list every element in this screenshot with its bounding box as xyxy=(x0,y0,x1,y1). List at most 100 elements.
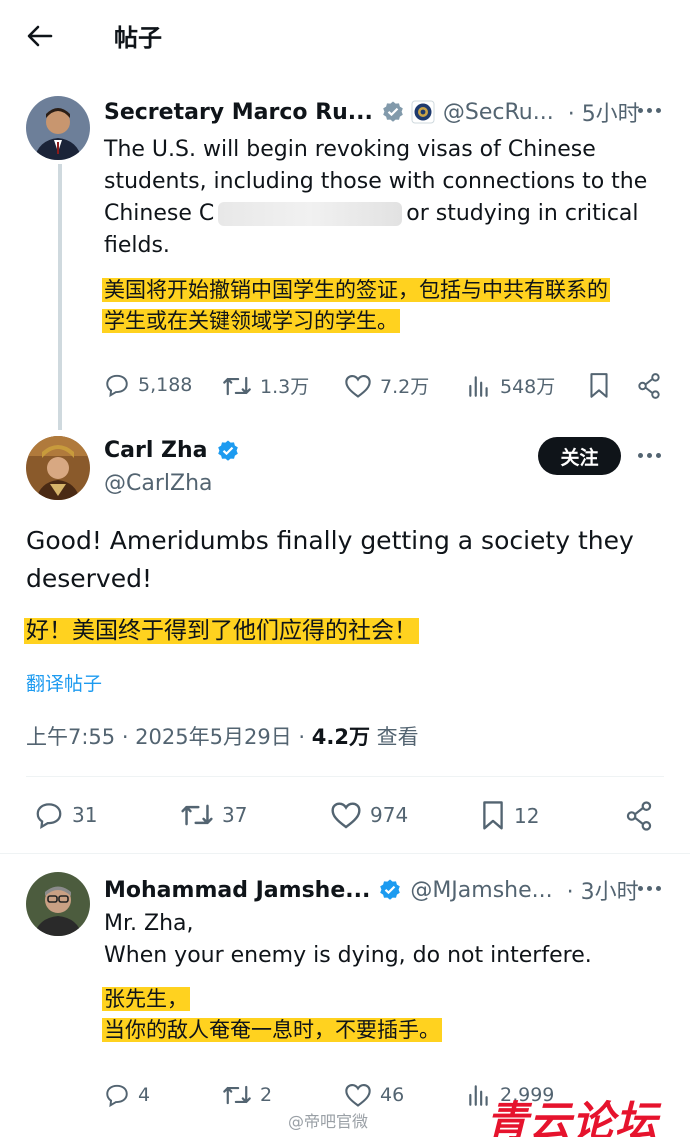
tweet2-text: Good! Ameridumbs finally getting a socie… xyxy=(26,522,634,598)
weibo-watermark: @帝吧官微 xyxy=(288,1112,369,1131)
bookmark-icon xyxy=(590,373,608,398)
reply-icon xyxy=(36,803,62,830)
tweet1-text: The U.S. will begin revoking visas of Ch… xyxy=(104,134,647,262)
share-icon xyxy=(638,373,660,399)
tweet1-line-2: students, including those with connectio… xyxy=(104,169,648,194)
like-button[interactable]: 46 xyxy=(344,1082,404,1108)
views-button[interactable]: 548万 xyxy=(466,372,555,399)
tweet1-translation: 美国将开始撤销中国学生的签证，包括与中共有联系的 学生或在关键领域学习的学生。 xyxy=(102,275,610,337)
translation-line-1: 张先生， xyxy=(102,987,190,1011)
brand-logo-text: 青云论坛 xyxy=(486,1097,659,1137)
avatar-mohammad[interactable] xyxy=(26,872,90,936)
author-handle[interactable]: @MJamshe... xyxy=(410,878,552,903)
reply-button[interactable]: 5,188 xyxy=(104,372,192,398)
author-handle[interactable]: @SecRu... xyxy=(443,100,554,125)
like-count: 46 xyxy=(380,1084,405,1106)
view-count: 4.2万 xyxy=(311,725,370,749)
retweet-icon xyxy=(223,1085,251,1105)
more-options-icon[interactable] xyxy=(638,108,661,113)
share-button[interactable] xyxy=(636,372,662,400)
views-icon xyxy=(469,375,488,397)
heart-icon xyxy=(345,1084,371,1107)
bookmark-button[interactable]: 12 xyxy=(480,800,539,832)
translate-post-link[interactable]: 翻译帖子 xyxy=(26,669,102,696)
tweet3-text: Mr. Zha, When your enemy is dying, do no… xyxy=(104,908,592,972)
more-options-icon[interactable] xyxy=(638,453,661,458)
bookmark-count: 12 xyxy=(514,804,540,828)
reply-count: 4 xyxy=(138,1084,151,1106)
tweet3-translation: 张先生， 当你的敌人奄奄一息时，不要插手。 xyxy=(102,984,442,1046)
author-handle[interactable]: @CarlZha xyxy=(104,471,213,496)
post-timestamp[interactable]: 上午7:55 · 2025年5月29日 · xyxy=(26,725,312,749)
reply-count: 31 xyxy=(72,803,98,827)
like-count: 974 xyxy=(370,803,409,827)
tweet1-line-4: fields. xyxy=(104,233,170,258)
verified-gray-icon xyxy=(381,100,405,124)
retweet-count: 37 xyxy=(222,803,248,827)
post-time[interactable]: · 3小时 xyxy=(567,874,639,906)
avatar-secretary[interactable] xyxy=(26,96,90,160)
translation-line-1: 美国将开始撤销中国学生的签证，包括与中共有联系的 xyxy=(102,278,610,302)
author-name[interactable]: Carl Zha xyxy=(104,438,208,463)
heart-icon xyxy=(331,802,361,829)
author-name[interactable]: Mohammad Jamshe... xyxy=(104,878,370,903)
bookmark-icon xyxy=(483,801,503,830)
reply-icon xyxy=(106,1084,128,1108)
author-handle-row: @CarlZha xyxy=(104,471,213,496)
verified-blue-icon xyxy=(216,439,240,463)
like-button[interactable]: 7.2万 xyxy=(344,372,429,399)
follow-button[interactable]: 关注 xyxy=(538,437,621,475)
retweet-icon xyxy=(223,376,251,395)
verified-blue-icon xyxy=(378,878,402,902)
bookmark-button[interactable] xyxy=(588,372,610,400)
retweet-count: 1.3万 xyxy=(260,376,310,398)
more-options-icon[interactable] xyxy=(638,886,661,891)
top-bar: 帖子 xyxy=(0,0,690,72)
redacted-blur xyxy=(218,202,403,226)
post-meta: 上午7:55 · 2025年5月29日 · 4.2万 查看 xyxy=(26,721,419,751)
avatar-secretary-image xyxy=(26,96,90,160)
post-time[interactable]: · 5小时 xyxy=(568,96,640,128)
tweet3-line-2: When your enemy is dying, do not interfe… xyxy=(104,943,592,968)
tweet1-line-1: The U.S. will begin revoking visas of Ch… xyxy=(104,137,596,162)
avatar-carl-zha[interactable] xyxy=(26,436,90,500)
tweet1-header: Secretary Marco Ru... @SecRu... · 5小时 xyxy=(104,96,640,128)
tweet1-line-3: Chinese C or studying in critical xyxy=(104,198,647,230)
avatar-carl-zha-image xyxy=(26,436,90,500)
reply-count: 5,188 xyxy=(138,374,193,396)
heart-icon xyxy=(345,374,371,398)
section-divider xyxy=(0,853,690,854)
reply-icon xyxy=(106,374,128,398)
share-button[interactable] xyxy=(624,800,654,832)
translation-line-2: 学生或在关键领域学习的学生。 xyxy=(102,309,400,333)
tweet2-header: Carl Zha xyxy=(104,438,240,463)
back-arrow-icon xyxy=(27,25,53,47)
back-button[interactable] xyxy=(22,18,58,54)
avatar-mohammad-image xyxy=(26,872,90,936)
retweet-count: 2 xyxy=(260,1084,273,1106)
tweet2-line-2: deserved! xyxy=(26,564,153,593)
tweet3-line-1: Mr. Zha, xyxy=(104,911,194,936)
government-seal-icon xyxy=(411,100,435,124)
retweet-button[interactable]: 37 xyxy=(180,800,247,830)
author-name[interactable]: Secretary Marco Ru... xyxy=(104,100,373,125)
reply-button[interactable]: 31 xyxy=(34,800,97,830)
translation-line-2: 当你的敌人奄奄一息时，不要插手。 xyxy=(102,1018,442,1042)
tweet1-line-3b: or studying in critical xyxy=(406,201,639,226)
tweet3-header: Mohammad Jamshe... @MJamshe... · 3小时 xyxy=(104,874,639,906)
like-count: 7.2万 xyxy=(380,376,430,398)
thread-line xyxy=(58,164,62,430)
retweet-icon xyxy=(181,804,213,826)
views-count: 548万 xyxy=(500,376,556,398)
page-title: 帖子 xyxy=(114,24,162,52)
translation-line: 好！美国终于得到了他们应得的社会！ xyxy=(24,618,419,644)
divider xyxy=(26,776,664,777)
retweet-button[interactable]: 1.3万 xyxy=(222,372,309,399)
share-icon xyxy=(626,801,652,831)
like-button[interactable]: 974 xyxy=(330,800,408,830)
tweet2-line-1: Good! Ameridumbs finally getting a socie… xyxy=(26,526,634,555)
view-label: 查看 xyxy=(369,725,419,749)
tweet1-line-3a: Chinese C xyxy=(104,201,215,226)
retweet-button[interactable]: 2 xyxy=(222,1082,272,1108)
reply-button[interactable]: 4 xyxy=(104,1082,150,1108)
